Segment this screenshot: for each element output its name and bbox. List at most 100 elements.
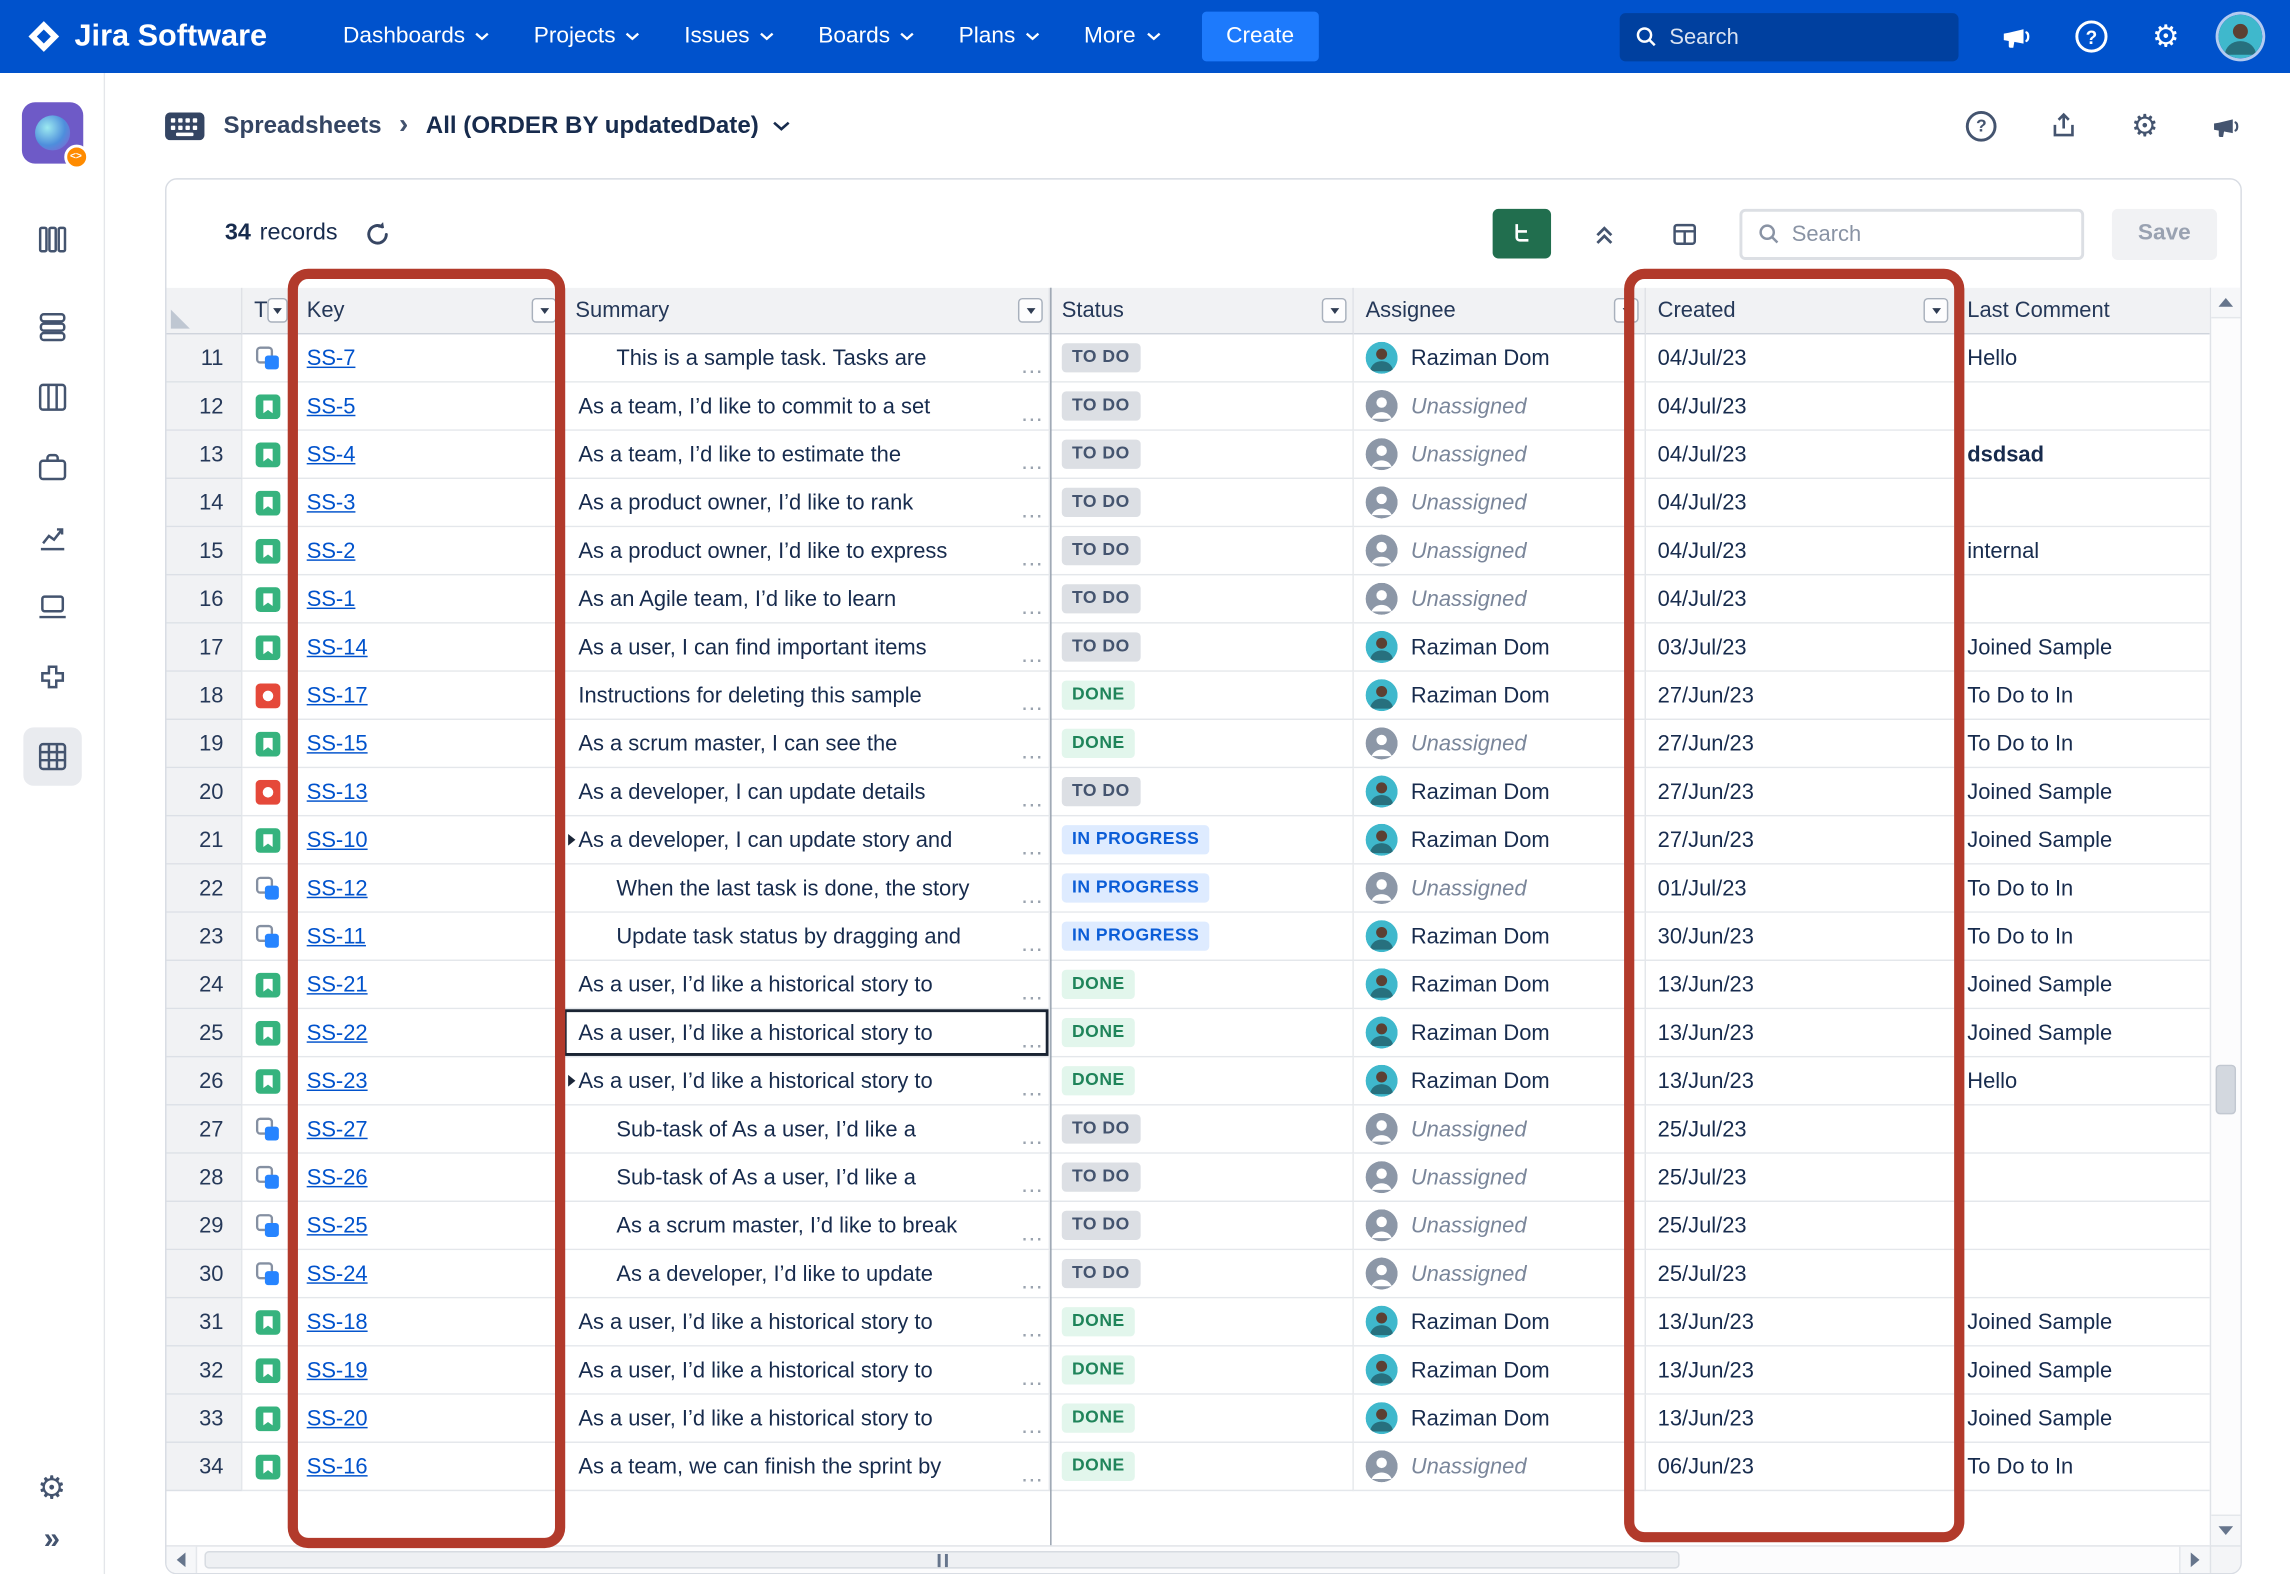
project-avatar[interactable]: <> xyxy=(21,102,82,163)
summary-cell[interactable]: When the last task is done, the story⋯ xyxy=(564,865,1050,913)
status-cell[interactable]: TO DO xyxy=(1050,479,1354,527)
issue-type-cell[interactable] xyxy=(242,1202,295,1250)
created-cell[interactable]: 25/Jul/23 xyxy=(1646,1202,1956,1250)
created-cell[interactable]: 13/Jun/23 xyxy=(1646,1347,1956,1395)
created-cell[interactable]: 04/Jul/23 xyxy=(1646,334,1956,382)
summary-cell[interactable]: As a user, I’d like a historical story t… xyxy=(564,1009,1050,1057)
issue-key-link[interactable]: SS-23 xyxy=(307,1068,368,1093)
status-cell[interactable]: DONE xyxy=(1050,1298,1354,1346)
issue-key-cell[interactable]: SS-5 xyxy=(295,383,564,431)
summary-cell[interactable]: As a team, we can finish the sprint by⋯ xyxy=(564,1443,1050,1491)
jira-logo[interactable]: Jira Software xyxy=(26,19,267,54)
last-comment-cell[interactable]: internal xyxy=(1956,527,2210,575)
status-cell[interactable]: IN PROGRESS xyxy=(1050,816,1354,864)
nav-dashboards[interactable]: Dashboards xyxy=(343,23,490,49)
status-cell[interactable]: DONE xyxy=(1050,961,1354,1009)
scroll-down-button[interactable] xyxy=(2211,1515,2240,1546)
issue-key-cell[interactable]: SS-24 xyxy=(295,1250,564,1298)
col-header-last-comment[interactable]: Last Comment xyxy=(1956,288,2210,335)
spreadsheet-icon[interactable] xyxy=(23,727,81,785)
summary-cell[interactable]: As an Agile team, I’d like to learn⋯ xyxy=(564,575,1050,623)
column-dropdown-button[interactable] xyxy=(1923,298,1948,323)
summary-cell[interactable]: As a product owner, I’d like to rank⋯ xyxy=(564,479,1050,527)
issue-key-cell[interactable]: SS-12 xyxy=(295,865,564,913)
status-cell[interactable]: DONE xyxy=(1050,1347,1354,1395)
assignee-cell[interactable]: Raziman Dom xyxy=(1354,1057,1646,1105)
summary-cell[interactable]: As a developer, I’d like to update⋯ xyxy=(564,1250,1050,1298)
assignee-cell[interactable]: Raziman Dom xyxy=(1354,1009,1646,1057)
last-comment-cell[interactable]: Hello xyxy=(1956,1057,2210,1105)
row-number-cell[interactable]: 12 xyxy=(166,383,242,431)
created-cell[interactable]: 13/Jun/23 xyxy=(1646,961,1956,1009)
nav-search[interactable] xyxy=(1620,12,1959,60)
status-cell[interactable]: TO DO xyxy=(1050,383,1354,431)
last-comment-cell[interactable]: Joined Sample xyxy=(1956,961,2210,1009)
issue-key-cell[interactable]: SS-14 xyxy=(295,624,564,672)
last-comment-cell[interactable] xyxy=(1956,1202,2210,1250)
expand-sidebar-icon[interactable]: » xyxy=(44,1525,60,1554)
create-button[interactable]: Create xyxy=(1201,12,1319,62)
issue-type-cell[interactable] xyxy=(242,1154,295,1202)
summary-cell[interactable]: As a user, I’d like a historical story t… xyxy=(564,1347,1050,1395)
issue-type-cell[interactable] xyxy=(242,816,295,864)
created-cell[interactable]: 27/Jun/23 xyxy=(1646,672,1956,720)
col-header-assignee[interactable]: Assignee xyxy=(1354,288,1646,335)
issue-key-link[interactable]: SS-18 xyxy=(307,1309,368,1334)
summary-cell[interactable]: As a user, I’d like a historical story t… xyxy=(564,961,1050,1009)
issue-type-cell[interactable] xyxy=(242,624,295,672)
status-cell[interactable]: IN PROGRESS xyxy=(1050,865,1354,913)
assignee-cell[interactable]: Unassigned xyxy=(1354,575,1646,623)
assignee-cell[interactable]: Raziman Dom xyxy=(1354,913,1646,961)
created-cell[interactable]: 27/Jun/23 xyxy=(1646,720,1956,768)
summary-cell[interactable]: Sub-task of As a user, I’d like a⋯ xyxy=(564,1106,1050,1154)
row-number-cell[interactable]: 13 xyxy=(166,431,242,479)
refresh-button[interactable] xyxy=(364,220,392,248)
status-cell[interactable]: TO DO xyxy=(1050,334,1354,382)
chart-icon[interactable] xyxy=(23,517,81,558)
assignee-cell[interactable]: Unassigned xyxy=(1354,1106,1646,1154)
created-cell[interactable]: 04/Jul/23 xyxy=(1646,527,1956,575)
row-number-cell[interactable]: 31 xyxy=(166,1298,242,1346)
grid-view-button[interactable] xyxy=(1659,209,1712,259)
row-number-cell[interactable]: 14 xyxy=(166,479,242,527)
issue-key-link[interactable]: SS-26 xyxy=(307,1165,368,1190)
horizontal-scrollbar[interactable] xyxy=(166,1545,2209,1573)
row-number-cell[interactable]: 24 xyxy=(166,961,242,1009)
user-avatar[interactable] xyxy=(2217,13,2264,60)
issue-key-cell[interactable]: SS-10 xyxy=(295,816,564,864)
expand-caret-icon[interactable] xyxy=(568,834,575,846)
assignee-cell[interactable]: Unassigned xyxy=(1354,865,1646,913)
summary-cell[interactable]: As a developer, I can update story and⋯ xyxy=(564,816,1050,864)
nav-more[interactable]: More xyxy=(1084,23,1160,49)
issue-key-cell[interactable]: SS-21 xyxy=(295,961,564,1009)
created-cell[interactable]: 13/Jun/23 xyxy=(1646,1057,1956,1105)
issue-key-cell[interactable]: SS-15 xyxy=(295,720,564,768)
status-cell[interactable]: DONE xyxy=(1050,1395,1354,1443)
created-cell[interactable]: 27/Jun/23 xyxy=(1646,816,1956,864)
announcement-icon[interactable] xyxy=(2211,112,2242,140)
issue-key-cell[interactable]: SS-23 xyxy=(295,1057,564,1105)
row-number-cell[interactable]: 21 xyxy=(166,816,242,864)
issue-type-cell[interactable] xyxy=(242,1395,295,1443)
created-cell[interactable]: 04/Jul/23 xyxy=(1646,479,1956,527)
row-number-cell[interactable]: 15 xyxy=(166,527,242,575)
status-cell[interactable]: TO DO xyxy=(1050,1106,1354,1154)
view-selector[interactable]: All (ORDER BY updatedDate) xyxy=(426,112,790,140)
scroll-up-button[interactable] xyxy=(2211,288,2240,319)
col-header-summary[interactable]: Summary xyxy=(564,288,1050,335)
nav-issues[interactable]: Issues xyxy=(684,23,774,49)
summary-cell[interactable]: As a user, I can find important items⋯ xyxy=(564,624,1050,672)
nav-plans[interactable]: Plans xyxy=(959,23,1040,49)
vertical-scrollbar[interactable] xyxy=(2210,288,2241,1545)
last-comment-cell[interactable] xyxy=(1956,1106,2210,1154)
assignee-cell[interactable]: Unassigned xyxy=(1354,1154,1646,1202)
row-number-cell[interactable]: 19 xyxy=(166,720,242,768)
col-header-created[interactable]: Created xyxy=(1646,288,1956,335)
last-comment-cell[interactable] xyxy=(1956,383,2210,431)
scroll-left-button[interactable] xyxy=(166,1547,197,1573)
status-cell[interactable]: TO DO xyxy=(1050,527,1354,575)
assignee-cell[interactable]: Raziman Dom xyxy=(1354,816,1646,864)
issue-type-cell[interactable] xyxy=(242,527,295,575)
assignee-cell[interactable]: Unassigned xyxy=(1354,1443,1646,1491)
last-comment-cell[interactable]: Joined Sample xyxy=(1956,816,2210,864)
